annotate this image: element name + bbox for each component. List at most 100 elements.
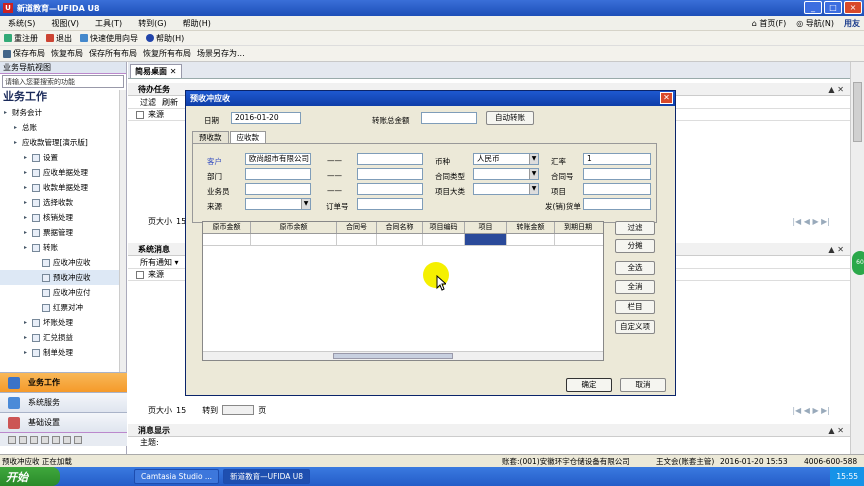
- filter-button[interactable]: 过滤: [615, 221, 655, 235]
- exit-button[interactable]: 退出: [42, 33, 76, 44]
- task-u8[interactable]: 新道教育—UFIDA U8: [223, 469, 311, 484]
- sidebar-tree-item[interactable]: ▸ 应收单据处理: [0, 165, 126, 180]
- dept-to-input[interactable]: [357, 168, 423, 180]
- chevron-right-icon[interactable]: ▸: [24, 184, 32, 191]
- menu-help[interactable]: 帮助(H): [175, 18, 219, 29]
- sidebar-tree-item[interactable]: 应收冲应付: [0, 285, 126, 300]
- help-button[interactable]: 帮助(H): [142, 33, 188, 44]
- sidebar-tree-item[interactable]: ▸ 汇兑损益: [0, 330, 126, 345]
- tab-prepayment[interactable]: 预收款: [192, 131, 229, 143]
- chevron-right-icon[interactable]: ▸: [24, 154, 32, 161]
- sidebar-tree-item[interactable]: ▸ 设置: [0, 150, 126, 165]
- todo-refresh-button[interactable]: 刷新: [162, 97, 178, 108]
- contract-type-select[interactable]: ▼: [473, 168, 539, 180]
- tool-icon[interactable]: [74, 435, 82, 444]
- checkbox[interactable]: [136, 270, 144, 279]
- customer-to-input[interactable]: [357, 153, 423, 165]
- home-button[interactable]: ⌂ 首页(F): [752, 18, 786, 29]
- sidebar-tree-item[interactable]: ▸ 总账: [0, 120, 126, 135]
- rate-input[interactable]: 1: [583, 153, 651, 165]
- dialog-close-button[interactable]: ✕: [660, 92, 673, 104]
- grid-column-header[interactable]: 合同号: [337, 222, 377, 233]
- sidebar-tree-item[interactable]: 预收冲应收: [0, 270, 126, 285]
- salesman-to-input[interactable]: [357, 183, 423, 195]
- ok-button[interactable]: 确定: [566, 378, 612, 392]
- sidebar-tree-item[interactable]: ▸ 制单处理: [0, 345, 126, 360]
- source-select[interactable]: ▼: [245, 198, 311, 210]
- grid-column-header[interactable]: 原币金额: [203, 222, 251, 233]
- auto-transfer-button[interactable]: 自动转账: [486, 111, 534, 125]
- select-all-button[interactable]: 全选: [615, 261, 655, 275]
- chevron-right-icon[interactable]: ▸: [24, 334, 32, 341]
- maximize-button[interactable]: □: [824, 1, 842, 14]
- menu-tools[interactable]: 工具(T): [87, 18, 130, 29]
- task-camtasia[interactable]: Camtasia Studio ...: [134, 469, 220, 484]
- grid-column-header[interactable]: 合同名称: [377, 222, 423, 233]
- cancel-button[interactable]: 取消: [620, 378, 666, 392]
- business-work-button[interactable]: 业务工作: [0, 372, 127, 392]
- scroll-thumb[interactable]: [853, 82, 862, 142]
- todo-filter-button[interactable]: 过滤: [140, 97, 156, 108]
- tab-receivable[interactable]: 应收款: [229, 131, 266, 143]
- chevron-right-icon[interactable]: ▸: [14, 124, 22, 131]
- grid-column-header[interactable]: 转账金额: [507, 222, 555, 233]
- tool-icon[interactable]: [41, 435, 49, 444]
- project-class-select[interactable]: ▼: [473, 183, 539, 195]
- save-scene-button[interactable]: 场景另存为...: [194, 48, 248, 59]
- pager-nav[interactable]: |◀ ◀ ▶ ▶|: [792, 406, 830, 415]
- system-service-button[interactable]: 系统服务: [0, 392, 127, 412]
- save-layout-button[interactable]: 保存布局: [0, 48, 48, 59]
- chevron-right-icon[interactable]: ▸: [24, 319, 32, 326]
- panel-controls[interactable]: ▲ ✕: [828, 85, 844, 94]
- chevron-right-icon[interactable]: ▸: [24, 199, 32, 206]
- restore-layout-button[interactable]: 恢复布局: [48, 48, 86, 59]
- chevron-right-icon[interactable]: ▸: [14, 139, 22, 146]
- chevron-right-icon[interactable]: ▸: [24, 349, 32, 356]
- project-input[interactable]: [583, 183, 651, 195]
- grid-column-header[interactable]: 项目: [465, 222, 507, 233]
- allocate-button[interactable]: 分摊: [615, 239, 655, 253]
- grid-horizontal-scrollbar[interactable]: [203, 351, 603, 360]
- salesman-input[interactable]: [245, 183, 311, 195]
- nav-button[interactable]: ◎ 导航(N): [796, 18, 834, 29]
- tab-simple-desktop[interactable]: 简易桌面 ✕: [130, 64, 182, 78]
- customer-input[interactable]: 欧尚超市有限公司: [245, 153, 311, 165]
- sidebar-tree-item[interactable]: 应收冲应收: [0, 255, 126, 270]
- goto-page-select[interactable]: [222, 405, 255, 415]
- columns-button[interactable]: 栏目: [615, 300, 655, 314]
- total-amount-input[interactable]: [421, 112, 477, 124]
- chevron-right-icon[interactable]: ▸: [4, 109, 12, 116]
- menu-system[interactable]: 系统(S): [0, 18, 43, 29]
- quick-guide-button[interactable]: 快速使用向导: [76, 33, 142, 44]
- invoice-input[interactable]: [583, 198, 651, 210]
- sidebar-scrollbar[interactable]: [119, 90, 126, 375]
- function-search-input[interactable]: 请输入您要搜索的功能: [2, 75, 124, 88]
- tool-icon[interactable]: [52, 435, 60, 444]
- sidebar-tree-item[interactable]: ▸ 转账: [0, 240, 126, 255]
- deselect-all-button[interactable]: 全消: [615, 280, 655, 294]
- tool-icon[interactable]: [8, 435, 16, 444]
- chevron-right-icon[interactable]: ▸: [24, 229, 32, 236]
- pager-nav[interactable]: |◀ ◀ ▶ ▶|: [792, 217, 830, 226]
- chevron-right-icon[interactable]: ▸: [24, 244, 32, 251]
- floating-service-button[interactable]: 60: [852, 251, 864, 275]
- basic-settings-button[interactable]: 基础设置: [0, 412, 127, 432]
- grid-column-header[interactable]: 原币余额: [251, 222, 337, 233]
- sidebar-tree-item[interactable]: ▸ 应收款管理[演示版]: [0, 135, 126, 150]
- minimize-button[interactable]: _: [804, 1, 822, 14]
- sidebar-tree-item[interactable]: 红票对冲: [0, 300, 126, 315]
- save-all-layout-button[interactable]: 保存所有布局: [86, 48, 140, 59]
- relogin-button[interactable]: 重注册: [0, 33, 42, 44]
- tool-icon[interactable]: [30, 435, 38, 444]
- currency-select[interactable]: 人民币 ▼: [473, 153, 539, 165]
- sidebar-tree-item[interactable]: ▸ 收款单据处理: [0, 180, 126, 195]
- sidebar-tree-item[interactable]: ▸ 坏账处理: [0, 315, 126, 330]
- grid-column-header[interactable]: 到期日期: [555, 222, 601, 233]
- sidebar-tree-item[interactable]: ▸ 票据管理: [0, 225, 126, 240]
- sidebar-tree-item[interactable]: ▸ 财务会计: [0, 105, 126, 120]
- notice-filter[interactable]: 所有通知 ▾: [140, 257, 179, 268]
- menu-view[interactable]: 视图(V): [43, 18, 87, 29]
- chevron-right-icon[interactable]: ▸: [24, 169, 32, 176]
- close-window-button[interactable]: ×: [844, 1, 862, 14]
- restore-all-layout-button[interactable]: 恢复所有布局: [140, 48, 194, 59]
